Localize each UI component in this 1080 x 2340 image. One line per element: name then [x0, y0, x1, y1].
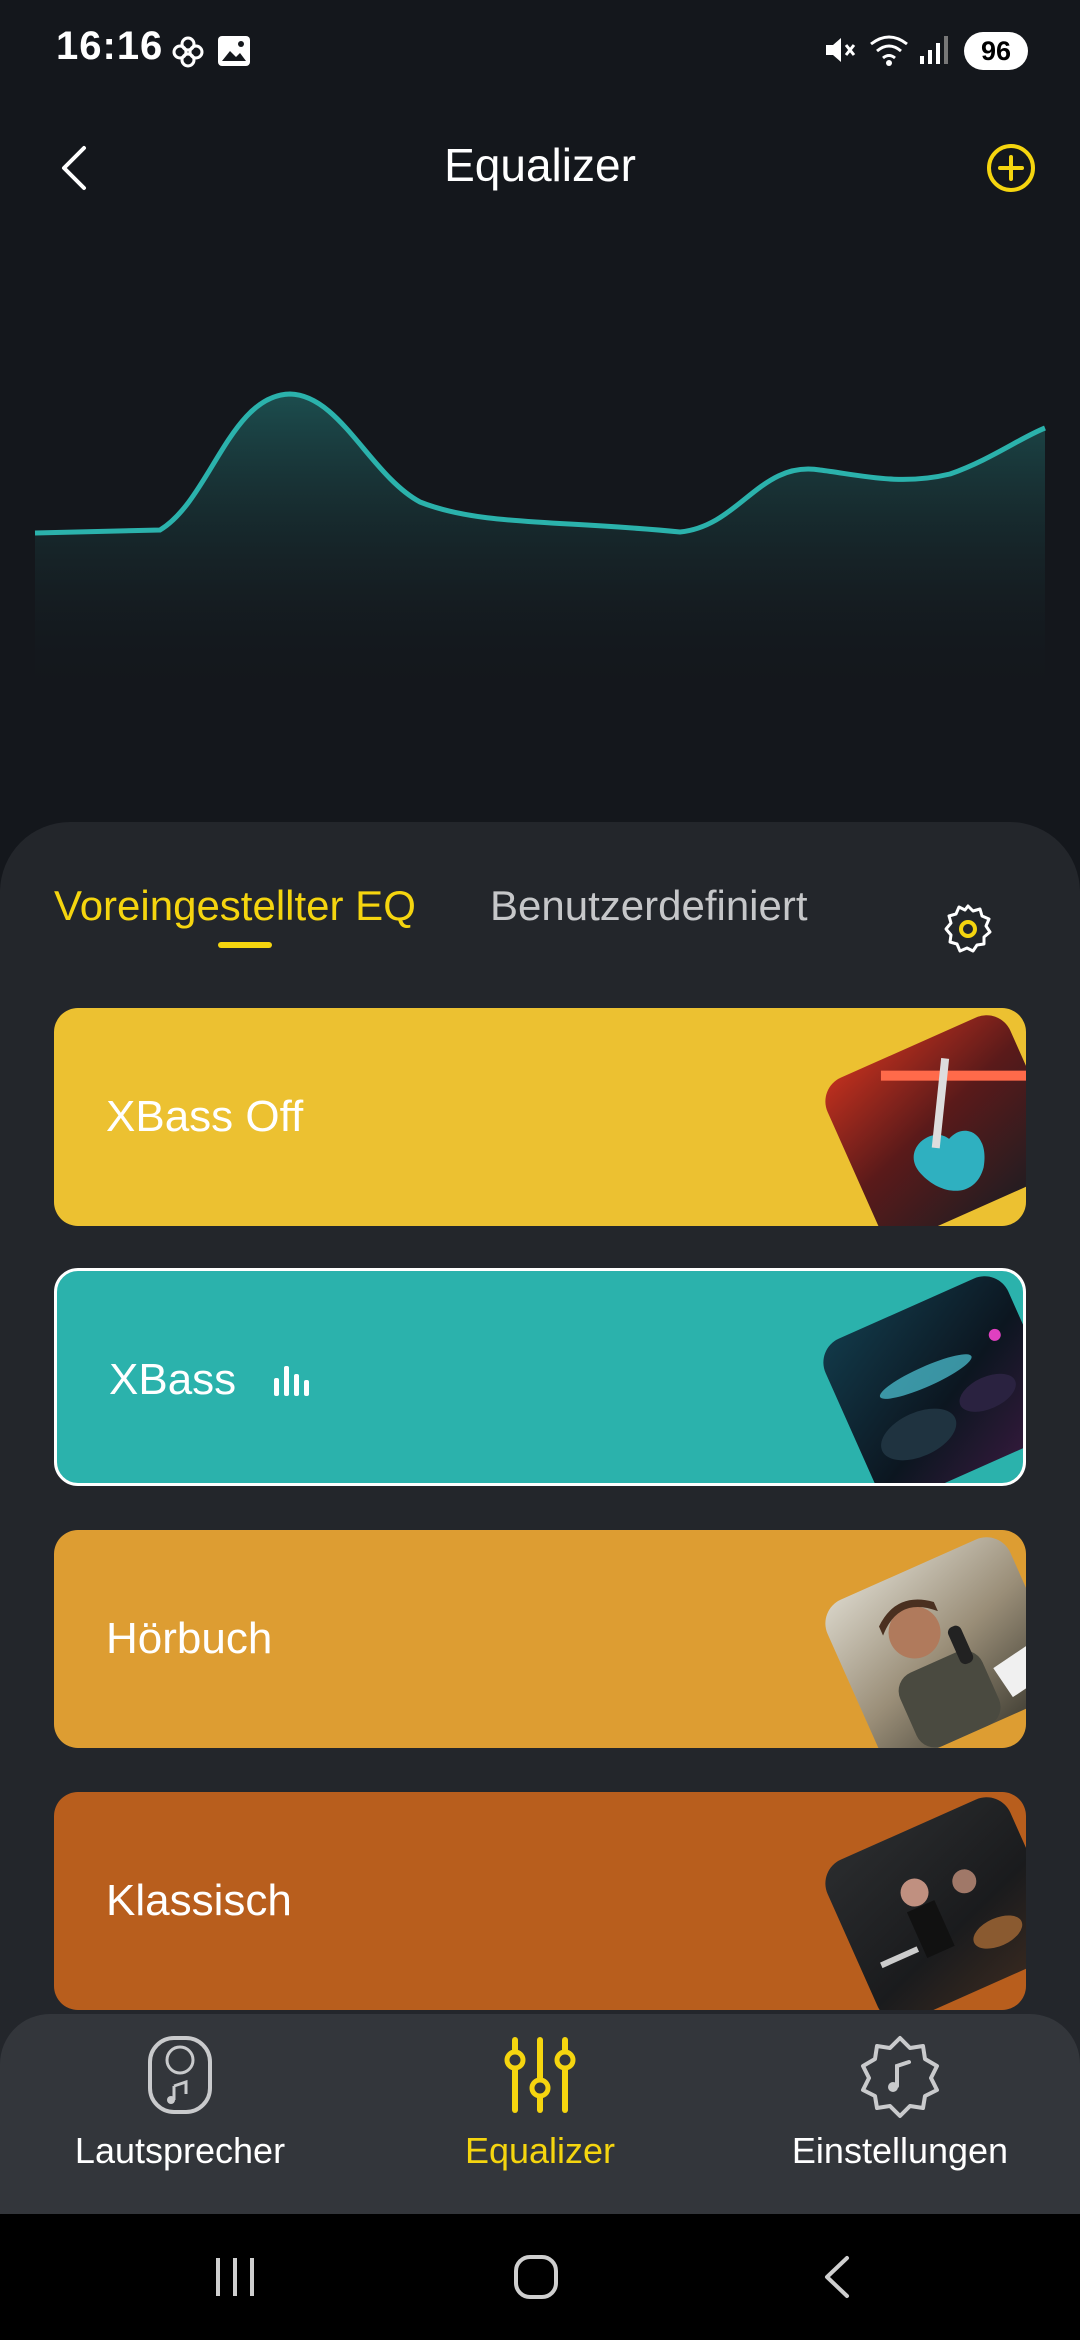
system-navigation-bar	[0, 2214, 1080, 2340]
preset-card-hoerbuch[interactable]: Hörbuch	[54, 1530, 1026, 1748]
plus-circle-icon	[987, 144, 1035, 192]
preset-label: XBass	[109, 1355, 237, 1404]
preset-card-klassisch[interactable]: Klassisch	[54, 1792, 1026, 2010]
equalizer-bars-icon	[274, 1366, 310, 1396]
eq-curve-graph	[34, 391, 1046, 700]
recents-icon[interactable]	[210, 2254, 260, 2300]
audiobook-thumbnail	[817, 1530, 1026, 1748]
preset-label: XBass Off	[106, 1092, 304, 1141]
signal-icon	[920, 36, 948, 64]
preset-label: Hörbuch	[106, 1614, 273, 1663]
active-tab-indicator	[218, 942, 272, 948]
settings-note-icon	[861, 2036, 939, 2118]
eq-curve-fill	[35, 394, 1045, 700]
wifi-icon	[870, 35, 908, 66]
preset-card-xbass-off[interactable]: XBass Off	[54, 1008, 1026, 1226]
nav-label: Equalizer	[464, 2130, 616, 2171]
preset-card-xbass[interactable]: XBass	[54, 1268, 1026, 1486]
preset-label-group: XBass	[109, 1271, 312, 1483]
home-icon[interactable]	[510, 2252, 562, 2302]
page-title: Equalizer	[444, 139, 636, 191]
nav-label: Lautsprecher	[74, 2130, 286, 2171]
speaker-icon	[148, 2036, 212, 2114]
guitar-thumbnail	[817, 1008, 1026, 1226]
drums-thumbnail	[815, 1271, 1023, 1483]
eq-settings-button[interactable]	[940, 900, 996, 956]
status-bar: 16:16 96	[0, 0, 1080, 100]
nav-item-lautsprecher[interactable]: Lautsprecher	[0, 2030, 360, 2172]
nav-label: Einstellungen	[791, 2130, 1009, 2171]
gear-icon	[944, 904, 992, 953]
tab-custom-eq[interactable]: Benutzerdefiniert	[490, 882, 808, 930]
nav-item-equalizer[interactable]: Equalizer	[360, 2030, 720, 2172]
classical-thumbnail	[817, 1792, 1026, 2010]
nav-item-einstellungen[interactable]: Einstellungen	[720, 2030, 1080, 2172]
add-preset-button[interactable]	[985, 142, 1037, 194]
status-time: 16:16	[56, 24, 164, 68]
image-icon	[218, 36, 250, 66]
sliders-icon	[504, 2037, 576, 2113]
back-icon[interactable]	[815, 2254, 861, 2300]
tab-preset-eq[interactable]: Voreingestellter EQ	[54, 882, 416, 930]
preset-label: Klassisch	[106, 1876, 292, 1925]
flower-icon	[172, 36, 204, 68]
mute-icon	[826, 38, 856, 62]
battery-indicator: 96	[964, 32, 1028, 70]
